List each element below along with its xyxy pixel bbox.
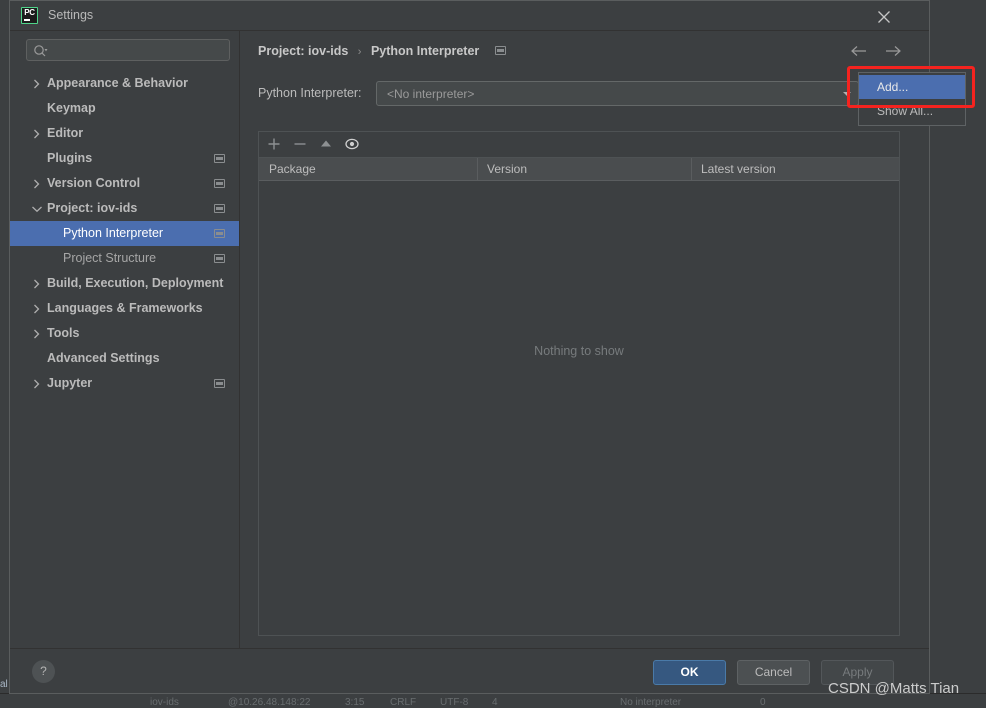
settings-tree: Appearance & Behavior Keymap Editor Plugins… — [10, 71, 239, 648]
sidebar-item-appearance-behavior[interactable]: Appearance & Behavior — [10, 71, 239, 96]
status-bar-segment: 0 — [760, 697, 766, 708]
packages-toolbar — [258, 131, 900, 157]
breadcrumb-separator: › — [357, 46, 362, 58]
packages-table-header: Package Version Latest version — [259, 158, 899, 181]
sidebar-item-python-interpreter[interactable]: Python Interpreter — [10, 221, 239, 246]
sidebar-item-project-iov-ids[interactable]: Project: iov-ids — [10, 196, 239, 221]
breadcrumb-root[interactable]: Project: iov-ids — [258, 44, 348, 58]
chevron-right-icon[interactable] — [31, 71, 43, 96]
chevron-right-icon[interactable] — [31, 121, 43, 146]
sidebar-item-label: Advanced Settings — [47, 351, 160, 365]
sidebar-item-label: Python Interpreter — [63, 226, 164, 240]
upgrade-package-button[interactable] — [314, 132, 338, 156]
packages-table: Package Version Latest version Nothing t… — [258, 157, 900, 636]
sidebar-item-label: Languages & Frameworks — [47, 301, 203, 315]
add-package-button[interactable] — [262, 132, 286, 156]
column-divider[interactable] — [691, 158, 692, 180]
dialog-footer: ? OK Cancel Apply — [10, 648, 929, 693]
watermark: CSDN @Matts Tian — [828, 680, 960, 697]
project-scope-icon — [214, 229, 225, 238]
chevron-down-icon[interactable] — [31, 196, 43, 221]
status-bar-segment: 4 — [492, 697, 498, 708]
window-title: Settings — [48, 8, 94, 22]
help-button[interactable]: ? — [32, 660, 55, 683]
project-scope-icon — [214, 154, 225, 163]
chevron-right-icon[interactable] — [31, 321, 43, 346]
close-icon[interactable] — [862, 1, 906, 31]
breadcrumb: Project: iov-ids › Python Interpreter — [258, 44, 506, 58]
settings-sidebar: Appearance & Behavior Keymap Editor Plugins… — [10, 31, 240, 648]
arrow-right-icon[interactable] — [881, 39, 905, 63]
sidebar-item-project-structure[interactable]: Project Structure — [10, 246, 239, 271]
status-bar-segment: UTF-8 — [440, 697, 469, 708]
status-bar-segment: CRLF — [390, 697, 417, 708]
chevron-right-icon[interactable] — [31, 371, 43, 396]
pycharm-icon: PC — [21, 7, 38, 24]
arrow-left-icon[interactable] — [847, 39, 871, 63]
status-bar-segment: No interpreter — [620, 697, 682, 708]
sidebar-item-label: Keymap — [47, 101, 96, 115]
ide-left-tool-tab[interactable] — [0, 88, 9, 108]
menu-item-add[interactable]: Add... — [859, 75, 965, 99]
chevron-down-icon[interactable] — [843, 92, 851, 96]
ok-button[interactable]: OK — [653, 660, 726, 685]
search-input[interactable] — [26, 39, 230, 61]
column-header-version[interactable]: Version — [487, 162, 527, 176]
sidebar-item-label: Version Control — [47, 176, 141, 190]
breadcrumb-current: Python Interpreter — [370, 44, 480, 58]
interpreter-label: Python Interpreter: — [258, 86, 362, 100]
status-bar-segment: @10.26.48.148:22 — [228, 697, 311, 708]
settings-dialog: PC Settings Appearance & Behavior Keymap E… — [9, 0, 930, 694]
sidebar-item-label: Plugins — [47, 151, 93, 165]
sidebar-item-version-control[interactable]: Version Control — [10, 171, 239, 196]
remove-package-button[interactable] — [288, 132, 312, 156]
project-scope-icon — [214, 204, 225, 213]
dialog-title-bar: PC Settings — [10, 1, 929, 31]
chevron-right-icon[interactable] — [31, 296, 43, 321]
packages-empty-message: Nothing to show — [534, 344, 624, 358]
sidebar-item-label: Editor — [47, 126, 84, 140]
column-header-latest-version[interactable]: Latest version — [701, 162, 776, 176]
column-header-package[interactable]: Package — [269, 162, 316, 176]
sidebar-item-keymap[interactable]: Keymap — [10, 96, 239, 121]
sidebar-item-build-execution-deployment[interactable]: Build, Execution, Deployment — [10, 271, 239, 296]
sidebar-item-label: Appearance & Behavior — [47, 76, 189, 90]
sidebar-item-label: Project Structure — [63, 251, 157, 265]
sidebar-item-editor[interactable]: Editor — [10, 121, 239, 146]
interpreter-dropdown-menu: Add... Show All... — [858, 72, 966, 126]
sidebar-item-label: Jupyter — [47, 376, 93, 390]
sidebar-item-label: Tools — [47, 326, 80, 340]
interpreter-combo-value: <No interpreter> — [387, 87, 475, 101]
sidebar-item-label: Project: iov-ids — [47, 201, 138, 215]
ide-terminal-tab[interactable]: al — [0, 676, 9, 694]
sidebar-item-plugins[interactable]: Plugins — [10, 146, 239, 171]
settings-content-pane: Project: iov-ids › Python Interpreter Py… — [241, 31, 929, 648]
menu-item-show-all[interactable]: Show All... — [859, 99, 965, 123]
sidebar-item-tools[interactable]: Tools — [10, 321, 239, 346]
project-scope-icon — [214, 254, 225, 263]
interpreter-combo-box[interactable]: <No interpreter> — [376, 81, 859, 106]
sidebar-item-advanced-settings[interactable]: Advanced Settings — [10, 346, 239, 371]
column-divider[interactable] — [477, 158, 478, 180]
status-bar-segment: 3:15 — [345, 697, 365, 708]
sidebar-item-jupyter[interactable]: Jupyter — [10, 371, 239, 396]
project-scope-icon — [214, 179, 225, 188]
show-early-releases-button[interactable] — [340, 132, 364, 156]
chevron-right-icon[interactable] — [31, 271, 43, 296]
search-icon — [33, 44, 49, 61]
project-scope-icon — [214, 379, 225, 388]
status-bar-segment: iov-ids — [150, 697, 179, 708]
chevron-right-icon[interactable] — [31, 171, 43, 196]
cancel-button[interactable]: Cancel — [737, 660, 810, 685]
sidebar-item-languages-frameworks[interactable]: Languages & Frameworks — [10, 296, 239, 321]
project-scope-icon — [494, 46, 506, 55]
sidebar-item-label: Build, Execution, Deployment — [47, 276, 224, 290]
